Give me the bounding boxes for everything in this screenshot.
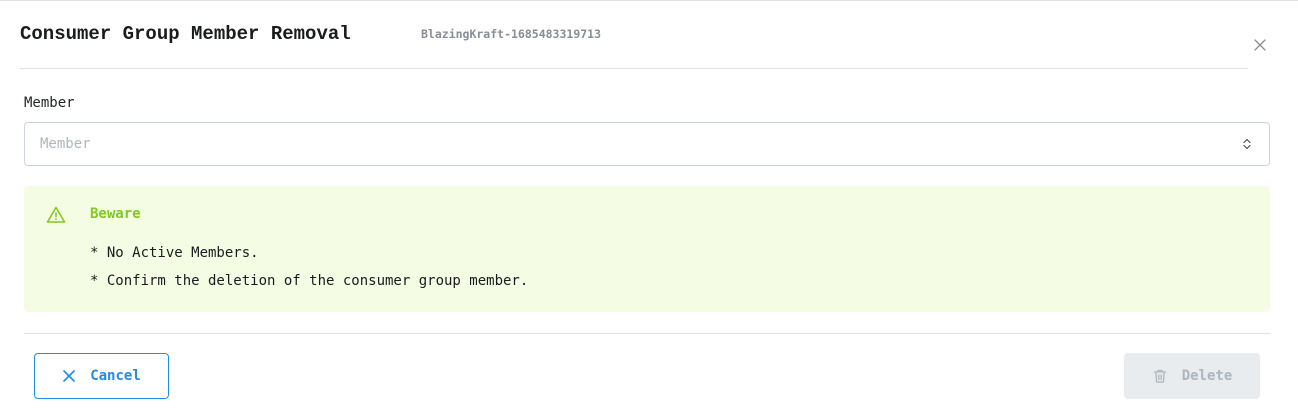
x-icon [63, 370, 76, 382]
alert-message-line: * Confirm the deletion of the consumer g… [90, 273, 529, 289]
close-button[interactable] [1251, 36, 1269, 54]
cancel-button-label: Cancel [90, 368, 141, 384]
selector-chevron-icon [1243, 138, 1251, 150]
member-removal-modal: Consumer Group Member Removal BlazingKra… [0, 0, 1298, 411]
cancel-button[interactable]: Cancel [34, 353, 169, 399]
footer-divider [24, 333, 1270, 334]
delete-button[interactable]: Delete [1124, 353, 1260, 399]
trash-icon [1153, 369, 1166, 383]
modal-title: Consumer Group Member Removal [20, 23, 351, 45]
beware-alert: Beware * No Active Members. * Confirm th… [24, 186, 1270, 312]
member-select[interactable] [24, 122, 1270, 166]
member-field-label: Member [24, 95, 75, 111]
alert-message-line: * No Active Members. [90, 245, 259, 261]
close-icon [1254, 39, 1266, 51]
member-input[interactable] [25, 123, 1269, 165]
delete-button-label: Delete [1181, 368, 1233, 384]
modal-subtitle: BlazingKraft-1685483319713 [421, 27, 602, 41]
alert-title: Beware [90, 206, 141, 222]
alert-triangle-icon [46, 206, 66, 223]
modal-header: Consumer Group Member Removal BlazingKra… [20, 1, 1248, 69]
